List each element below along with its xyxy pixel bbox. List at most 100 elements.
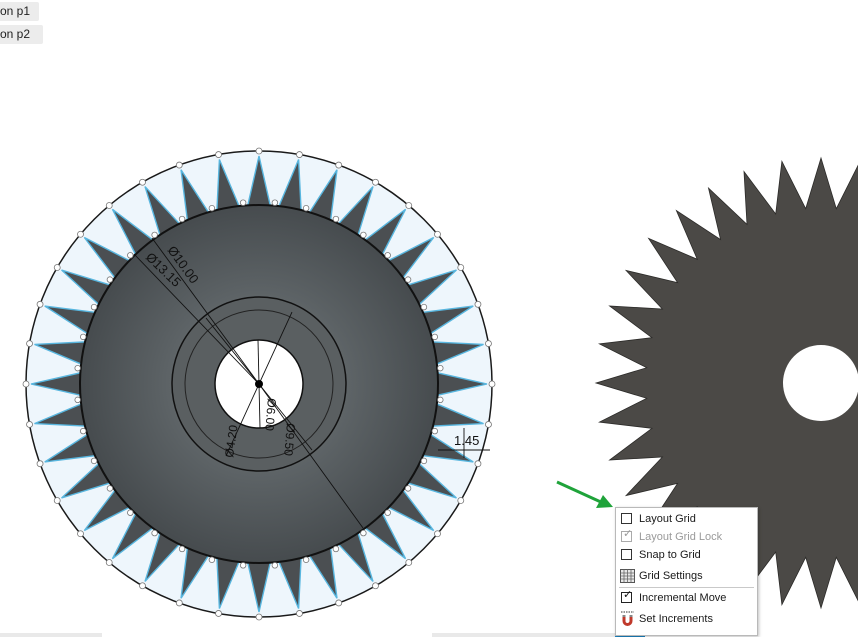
sketch-gear[interactable]: Ø13.15 Ø10.00 Ø4.20 Ø6.00 Ø9.50 1.45 [22, 147, 496, 621]
sketch-point[interactable] [36, 300, 44, 308]
sketch-point[interactable] [405, 202, 413, 209]
sketch-point[interactable] [372, 178, 379, 186]
sketch-point[interactable] [437, 364, 444, 372]
sketch-point[interactable] [404, 485, 412, 492]
sketch-point[interactable] [360, 231, 367, 239]
sketch-point[interactable] [332, 215, 340, 223]
sketch-point[interactable] [474, 300, 482, 308]
sketch-point[interactable] [74, 364, 81, 372]
sketch-point[interactable] [215, 610, 222, 617]
sketch-point[interactable] [271, 562, 279, 569]
sketch-point[interactable] [457, 264, 465, 271]
sketch-point[interactable] [488, 380, 496, 388]
sketch-point[interactable] [80, 427, 87, 435]
sketch-point[interactable] [90, 457, 98, 465]
sketch-point[interactable] [215, 151, 222, 158]
menu-item-grid-settings[interactable]: Grid Settings [616, 567, 757, 585]
grid-settings-icon [620, 569, 635, 583]
sketch-point[interactable] [151, 231, 158, 239]
sketch-point[interactable] [420, 457, 428, 465]
check-mark-icon: ✓ [623, 528, 633, 540]
menu-item-incremental-move[interactable]: ✓ Incremental Move [616, 589, 757, 607]
sketch-point[interactable] [405, 559, 413, 566]
sketch-point[interactable] [208, 556, 216, 563]
sketch-point[interactable] [335, 599, 343, 607]
sketch-point[interactable] [255, 147, 263, 155]
sketch-point[interactable] [332, 545, 340, 553]
sketch-point[interactable] [384, 252, 391, 259]
sketch-point[interactable] [74, 396, 81, 404]
menu-label: Snap to Grid [639, 549, 701, 561]
layout-grid-lock-checkbox: ✓ [621, 528, 633, 542]
sketch-point[interactable] [208, 205, 216, 212]
sketch-point[interactable] [178, 545, 186, 553]
sketch-point[interactable] [239, 562, 247, 569]
incremental-move-checkbox[interactable]: ✓ [621, 589, 633, 603]
sketch-point[interactable] [384, 509, 391, 516]
solid-gear-hole [783, 345, 858, 421]
sketch-point[interactable] [437, 396, 444, 404]
sketch-point[interactable] [485, 340, 492, 347]
menu-item-layout-grid-lock: ✓ Layout Grid Lock [616, 528, 757, 546]
sketch-point[interactable] [26, 421, 33, 428]
sketch-point[interactable] [178, 215, 186, 223]
sketch-point[interactable] [77, 530, 84, 538]
menu-label: Layout Grid [639, 513, 696, 525]
menu-item-snap-to-grid[interactable]: Snap to Grid [616, 546, 757, 564]
pointer-arrow [556, 480, 613, 508]
bottom-bar-mid [432, 633, 615, 637]
sketch-point[interactable] [151, 529, 158, 537]
sketch-point[interactable] [335, 161, 343, 169]
sketch-point[interactable] [239, 199, 247, 206]
sketch-point[interactable] [106, 485, 114, 492]
dim-tooth-depth[interactable]: 1.45 [454, 433, 479, 448]
sketch-point[interactable] [175, 161, 183, 169]
bottom-bar-left [0, 633, 102, 637]
menu-label: Set Increments [639, 613, 713, 625]
sketch-point[interactable] [22, 380, 30, 388]
sketch-point[interactable] [80, 333, 87, 341]
menu-label: Layout Grid Lock [639, 531, 723, 543]
sketch-point[interactable] [36, 460, 44, 468]
sketch-point[interactable] [434, 530, 441, 538]
dim-hub-diameter[interactable]: Ø6.00 [262, 398, 279, 432]
sketch-point[interactable] [255, 613, 263, 621]
magnet-icon [621, 611, 634, 626]
sketch-point[interactable] [485, 421, 492, 428]
sketch-point[interactable] [372, 582, 379, 590]
sketch-point[interactable] [302, 205, 310, 212]
dim-ring-diameter[interactable]: Ø9.50 [281, 423, 298, 457]
sketch-point[interactable] [474, 460, 482, 468]
sketch-point[interactable] [434, 230, 441, 238]
menu-item-set-increments[interactable]: Set Increments [616, 610, 757, 628]
sketch-point[interactable] [175, 599, 183, 607]
sketch-point[interactable] [139, 178, 146, 186]
sketch-point[interactable] [106, 276, 114, 283]
sketch-point[interactable] [127, 252, 134, 259]
sketch-point[interactable] [53, 497, 61, 504]
sketch-point[interactable] [105, 202, 113, 209]
sketch-point[interactable] [77, 230, 84, 238]
sketch-point[interactable] [296, 151, 303, 158]
snap-to-grid-checkbox[interactable] [621, 549, 632, 560]
sketch-point[interactable] [302, 556, 310, 563]
menu-item-layout-grid[interactable]: Layout Grid [616, 510, 757, 528]
sketch-point[interactable] [90, 303, 98, 311]
sketch-point[interactable] [457, 497, 465, 504]
menu-label: Incremental Move [639, 592, 727, 604]
sketch-point[interactable] [431, 333, 438, 341]
sketch-point[interactable] [105, 559, 113, 566]
layout-grid-checkbox[interactable] [621, 513, 632, 524]
sketch-point[interactable] [431, 427, 438, 435]
sketch-point[interactable] [53, 264, 61, 271]
sketch-point[interactable] [271, 199, 279, 206]
sketch-point[interactable] [420, 303, 428, 311]
check-mark-icon: ✓ [623, 589, 633, 601]
sketch-point[interactable] [296, 610, 303, 617]
sketch-point[interactable] [360, 529, 367, 537]
sketch-point[interactable] [139, 582, 146, 590]
menu-label: Grid Settings [639, 570, 703, 582]
sketch-point[interactable] [127, 509, 134, 516]
sketch-point[interactable] [26, 340, 33, 347]
sketch-point[interactable] [404, 276, 412, 283]
